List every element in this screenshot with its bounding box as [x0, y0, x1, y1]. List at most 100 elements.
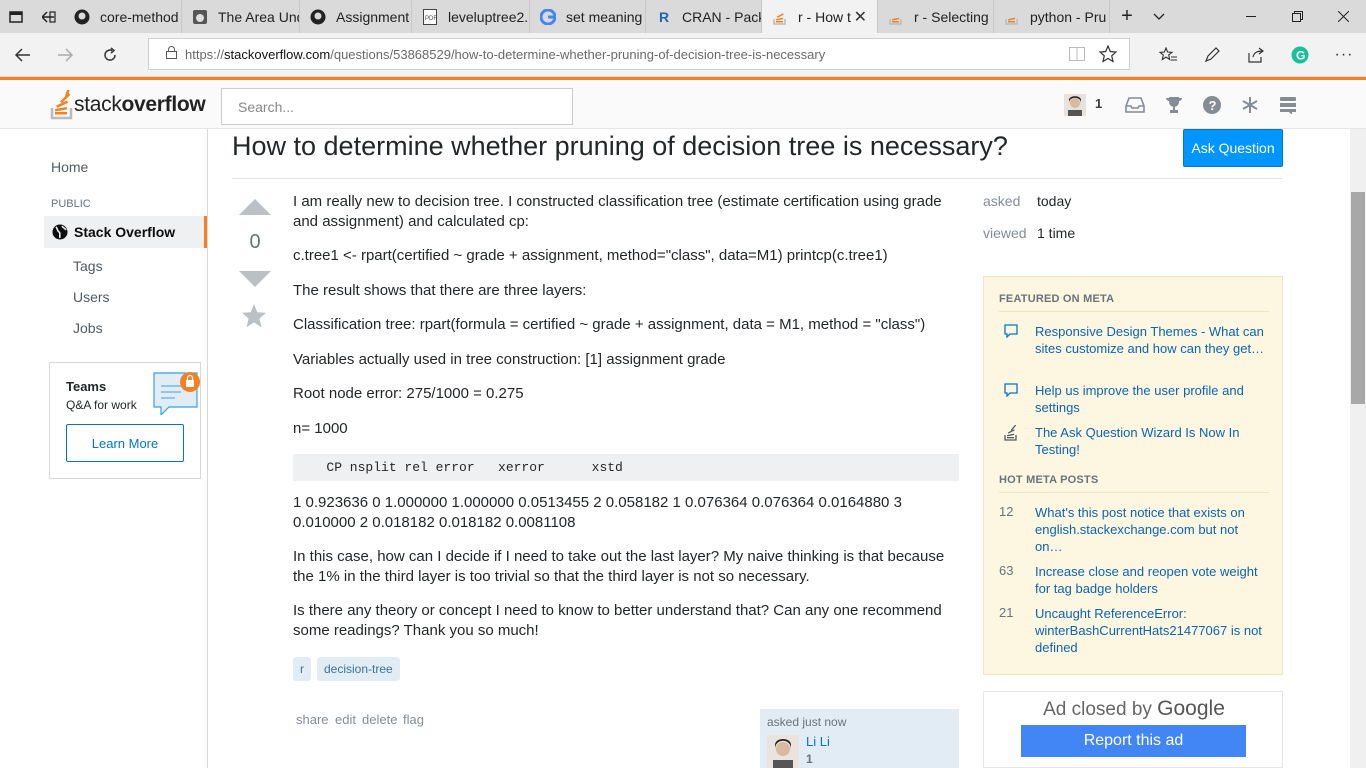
window-menu-icon[interactable] — [0, 0, 32, 33]
edit-link[interactable]: edit — [335, 712, 356, 727]
hot-post-count: 21 — [999, 605, 1014, 620]
new-tab-icon[interactable]: + — [1114, 0, 1140, 33]
divider — [999, 492, 1269, 493]
restore-icon[interactable] — [1274, 0, 1320, 33]
tab-label: set meaning — [566, 8, 643, 25]
browser-tab[interactable]: set meaning — [530, 0, 646, 33]
meta-chat-icon — [1004, 383, 1018, 400]
share-link[interactable]: share — [296, 712, 329, 727]
tab-preview-chevron-icon[interactable] — [1146, 0, 1172, 33]
reading-view-icon[interactable] — [1069, 47, 1085, 64]
stackoverflow-logo[interactable]: stackoverflow — [50, 88, 206, 122]
delete-link[interactable]: delete — [362, 712, 397, 727]
nav-stack-overflow[interactable]: Stack Overflow — [44, 216, 207, 248]
close-tab-icon[interactable]: ✕ — [854, 7, 867, 27]
refresh-icon[interactable] — [94, 39, 126, 71]
report-ad-button[interactable]: Report this ad — [1021, 725, 1246, 757]
stackoverflow-icon — [1004, 9, 1020, 25]
teams-promo: Teams Q&A for work Learn More — [49, 362, 201, 479]
teams-title: Teams — [66, 379, 107, 394]
nav-home[interactable]: Home — [51, 159, 88, 175]
browser-tab[interactable]: R CRAN - Pack — [646, 0, 762, 33]
winter-bash-snowflake-icon[interactable] — [1238, 93, 1262, 117]
browser-tab[interactable]: PDF leveluptree2. — [412, 0, 530, 33]
reputation-count: 1 — [1095, 96, 1103, 111]
scrollbar-thumb[interactable] — [1351, 192, 1365, 404]
browser-tab-active[interactable]: r - How t ✕ — [762, 0, 878, 33]
svg-text:PDF: PDF — [425, 16, 437, 22]
asked-value: today — [1037, 193, 1072, 209]
set-aside-tabs-icon[interactable] — [34, 0, 64, 33]
back-arrow-icon[interactable] — [6, 39, 38, 71]
tag-decision-tree[interactable]: decision-tree — [317, 657, 400, 681]
featured-item[interactable]: Help us improve the user profile and set… — [1035, 382, 1265, 416]
tab-label: r - Selecting — [914, 8, 989, 25]
apple-icon — [192, 9, 208, 25]
stackoverflow-icon — [888, 9, 904, 25]
question-paragraph: Variables actually used in tree construc… — [293, 351, 726, 368]
tab-label: core-method — [100, 8, 179, 25]
url-text: https://stackoverflow.com/questions/5386… — [185, 46, 826, 62]
share-icon[interactable] — [1240, 39, 1272, 71]
featured-item[interactable]: Responsive Design Themes - What can site… — [1035, 323, 1265, 357]
flag-link[interactable]: flag — [403, 712, 424, 727]
upvote-arrow-icon[interactable] — [239, 198, 271, 221]
hot-meta-item[interactable]: Increase close and reopen vote weight fo… — [1035, 563, 1265, 597]
search-input[interactable]: Search... — [221, 88, 573, 125]
meta-chat-icon — [1004, 324, 1018, 341]
question-paragraph: Is there any theory or concept I need to… — [293, 602, 942, 639]
logo-text: stackoverflow — [74, 93, 206, 116]
question-title[interactable]: How to determine whether pruning of deci… — [232, 131, 1008, 162]
question-paragraph: The result shows that there are three la… — [293, 282, 587, 299]
google-logo: Google — [1157, 697, 1225, 720]
tab-label: python - Pru — [1030, 8, 1107, 25]
forward-arrow-icon[interactable] — [50, 39, 82, 71]
favorite-star-icon[interactable] — [1098, 44, 1118, 66]
nav-jobs[interactable]: Jobs — [73, 320, 103, 336]
question-paragraph: n= 1000 — [293, 420, 348, 437]
nav-tags[interactable]: Tags — [73, 258, 103, 274]
hot-post-count: 63 — [999, 563, 1014, 578]
pen-icon[interactable] — [1196, 39, 1228, 71]
avatar[interactable] — [1064, 94, 1086, 116]
downvote-arrow-icon[interactable] — [239, 270, 271, 293]
owner-avatar[interactable] — [767, 735, 799, 768]
inbox-icon[interactable] — [1123, 93, 1147, 117]
help-icon[interactable]: ? — [1200, 93, 1224, 117]
stackexchange-menu-icon[interactable] — [1276, 93, 1300, 117]
favorite-star-icon[interactable] — [241, 303, 267, 334]
viewed-value: 1 time — [1037, 225, 1076, 241]
browser-nav-bar: https://stackoverflow.com/questions/5386… — [0, 33, 1366, 77]
question-paragraph: 1 0.923636 0 1.000000 1.000000 0.0513455… — [293, 494, 902, 531]
close-window-icon[interactable] — [1320, 0, 1366, 33]
browser-tab[interactable]: core-method — [64, 0, 182, 33]
stackoverflow-icon — [772, 9, 788, 25]
hot-meta-item[interactable]: Uncaught ReferenceError: winterBashCurre… — [1035, 605, 1265, 656]
github-icon — [74, 9, 90, 25]
hot-meta-item[interactable]: What's this post notice that exists on e… — [1035, 504, 1265, 555]
google-icon — [540, 8, 556, 25]
question-paragraph: I am really new to decision tree. I cons… — [293, 193, 942, 230]
hot-meta-heading: HOT META POSTS — [999, 474, 1099, 486]
owner-name[interactable]: Li Li — [806, 734, 830, 749]
tab-label: The Area Und — [218, 8, 300, 25]
learn-more-button[interactable]: Learn More — [66, 424, 184, 462]
browser-tab[interactable]: The Area Und — [182, 0, 300, 33]
featured-item[interactable]: The Ask Question Wizard Is Now In Testin… — [1035, 424, 1265, 458]
featured-on-meta-panel: FEATURED ON META Responsive Design Theme… — [983, 276, 1283, 675]
owner-reputation: 1 — [806, 752, 813, 766]
github-icon — [310, 9, 326, 25]
minimize-icon[interactable] — [1228, 0, 1274, 33]
browser-tab[interactable]: Assignment 7 — [300, 0, 412, 33]
address-bar[interactable]: https://stackoverflow.com/questions/5386… — [148, 38, 1130, 70]
browser-tab-bar: core-method The Area Und Assignment 7 PD… — [0, 0, 1366, 33]
ask-question-button[interactable]: Ask Question — [1183, 129, 1283, 167]
favorites-list-icon[interactable] — [1152, 39, 1184, 71]
browser-tab[interactable]: r - Selecting — [878, 0, 994, 33]
nav-users[interactable]: Users — [73, 289, 110, 305]
grammarly-icon[interactable]: G — [1284, 39, 1316, 71]
achievements-icon[interactable] — [1162, 93, 1186, 117]
browser-tab[interactable]: python - Pru — [994, 0, 1110, 33]
more-menu-icon[interactable]: ··· — [1328, 39, 1360, 71]
tag-r[interactable]: r — [293, 657, 311, 681]
